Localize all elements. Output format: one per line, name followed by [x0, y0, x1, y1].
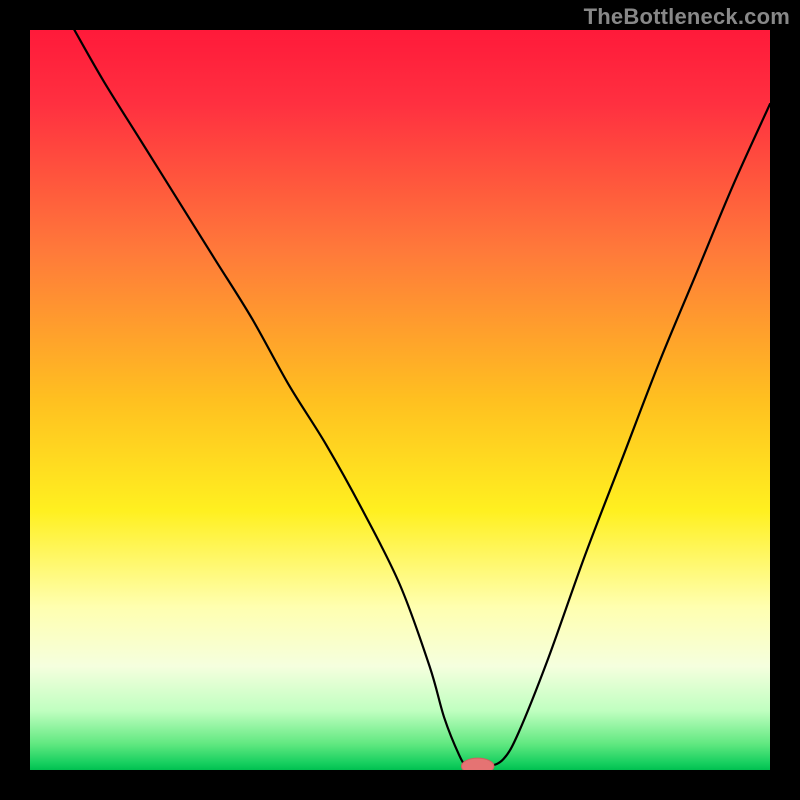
- optimum-marker: [461, 758, 494, 770]
- chart-frame: TheBottleneck.com: [0, 0, 800, 800]
- plot-area: [30, 30, 770, 770]
- watermark-text: TheBottleneck.com: [584, 4, 790, 30]
- chart-svg: [30, 30, 770, 770]
